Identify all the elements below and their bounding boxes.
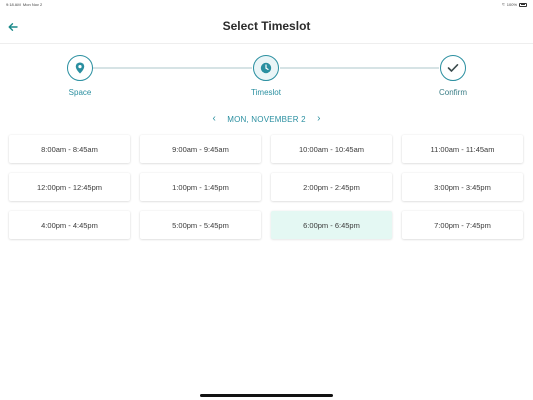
- step-connector: [93, 67, 252, 69]
- timeslot-button[interactable]: 11:00am - 11:45am: [402, 135, 523, 163]
- timeslot-button[interactable]: 9:00am - 9:45am: [140, 135, 261, 163]
- timeslot-button[interactable]: 2:00pm - 2:45pm: [271, 173, 392, 201]
- step-timeslot[interactable]: [253, 55, 279, 81]
- step-label-space: Space: [68, 88, 92, 97]
- status-indicators: ≈ 100%: [502, 2, 527, 7]
- status-time: 9:18 AM: [6, 2, 21, 7]
- nav-bar: Select Timeslot: [0, 10, 533, 44]
- timeslot-button[interactable]: 7:00pm - 7:45pm: [402, 211, 523, 239]
- chevron-right-icon[interactable]: ›: [314, 113, 324, 125]
- status-bar: 9:18 AM Mon Nov 2 ≈ 100%: [0, 0, 533, 10]
- status-date: Mon Nov 2: [22, 2, 43, 7]
- chevron-left-icon[interactable]: ‹: [209, 113, 219, 125]
- timeslot-button[interactable]: 8:00am - 8:45am: [9, 135, 130, 163]
- timeslot-button[interactable]: 5:00pm - 5:45pm: [140, 211, 261, 239]
- battery-percent: 100%: [506, 2, 517, 7]
- timeslot-button[interactable]: 3:00pm - 3:45pm: [402, 173, 523, 201]
- step-label-confirm: Confirm: [438, 88, 467, 97]
- step-space[interactable]: [67, 55, 93, 81]
- checkmark-icon: [447, 64, 459, 72]
- timeslot-button[interactable]: 12:00pm - 12:45pm: [9, 173, 130, 201]
- timeslot-grid: 8:00am - 8:45am 9:00am - 9:45am 10:00am …: [9, 135, 524, 239]
- timeslot-button[interactable]: 4:00pm - 4:45pm: [9, 211, 130, 239]
- progress-stepper: Space Timeslot Confirm: [0, 55, 533, 105]
- current-date-label: MON, NOVEMBER 2: [227, 114, 306, 124]
- map-pin-icon: [75, 62, 85, 74]
- clock-icon: [260, 62, 272, 74]
- timeslot-button[interactable]: 10:00am - 10:45am: [271, 135, 392, 163]
- home-indicator[interactable]: [200, 394, 333, 397]
- status-time-date: 9:18 AM Mon Nov 2: [6, 2, 42, 7]
- page-title: Select Timeslot: [222, 19, 311, 33]
- timeslot-button-selected[interactable]: 6:00pm - 6:45pm: [271, 211, 392, 239]
- date-navigator: ‹ MON, NOVEMBER 2 ›: [0, 112, 533, 126]
- battery-icon: [519, 2, 527, 7]
- step-confirm[interactable]: [440, 55, 466, 81]
- timeslot-button[interactable]: 1:00pm - 1:45pm: [140, 173, 261, 201]
- step-label-timeslot: Timeslot: [251, 88, 281, 97]
- step-connector: [280, 67, 439, 69]
- wifi-icon: ≈: [502, 1, 505, 8]
